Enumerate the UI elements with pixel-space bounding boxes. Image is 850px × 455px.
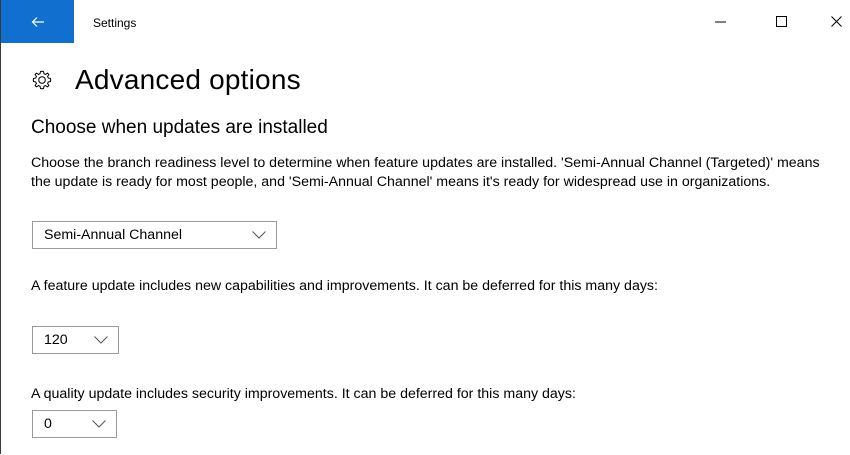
settings-window: Settings Advanced options Choose when up… xyxy=(0,0,849,454)
chevron-down-icon xyxy=(92,420,106,428)
chevron-down-icon xyxy=(94,336,108,344)
feature-update-days-value: 120 xyxy=(44,332,68,348)
gear-icon xyxy=(32,70,52,90)
page-header: Advanced options xyxy=(31,64,301,96)
minimize-button[interactable] xyxy=(697,0,743,43)
quality-update-description: A quality update includes security impro… xyxy=(31,386,576,402)
quality-update-days-value: 0 xyxy=(44,416,52,432)
minimize-icon xyxy=(714,21,726,23)
branch-description: Choose the branch readiness level to det… xyxy=(31,155,820,190)
page-title: Advanced options xyxy=(75,64,301,95)
close-icon xyxy=(830,16,842,27)
branch-readiness-dropdown[interactable]: Semi-Annual Channel xyxy=(32,221,277,249)
maximize-icon xyxy=(775,16,787,27)
back-arrow-icon xyxy=(31,16,44,27)
back-button[interactable] xyxy=(1,0,74,43)
quality-update-days-dropdown[interactable]: 0 xyxy=(32,410,117,438)
branch-readiness-value: Semi-Annual Channel xyxy=(44,227,183,243)
chevron-down-icon xyxy=(252,231,266,239)
feature-update-days-dropdown[interactable]: 120 xyxy=(32,326,119,354)
maximize-button[interactable] xyxy=(758,0,804,43)
window-title: Settings xyxy=(93,16,137,30)
close-button[interactable] xyxy=(813,0,850,43)
title-bar: Settings xyxy=(1,0,849,43)
section-title: Choose when updates are installed xyxy=(31,117,328,138)
feature-update-description: A feature update includes new capabiliti… xyxy=(31,278,658,294)
